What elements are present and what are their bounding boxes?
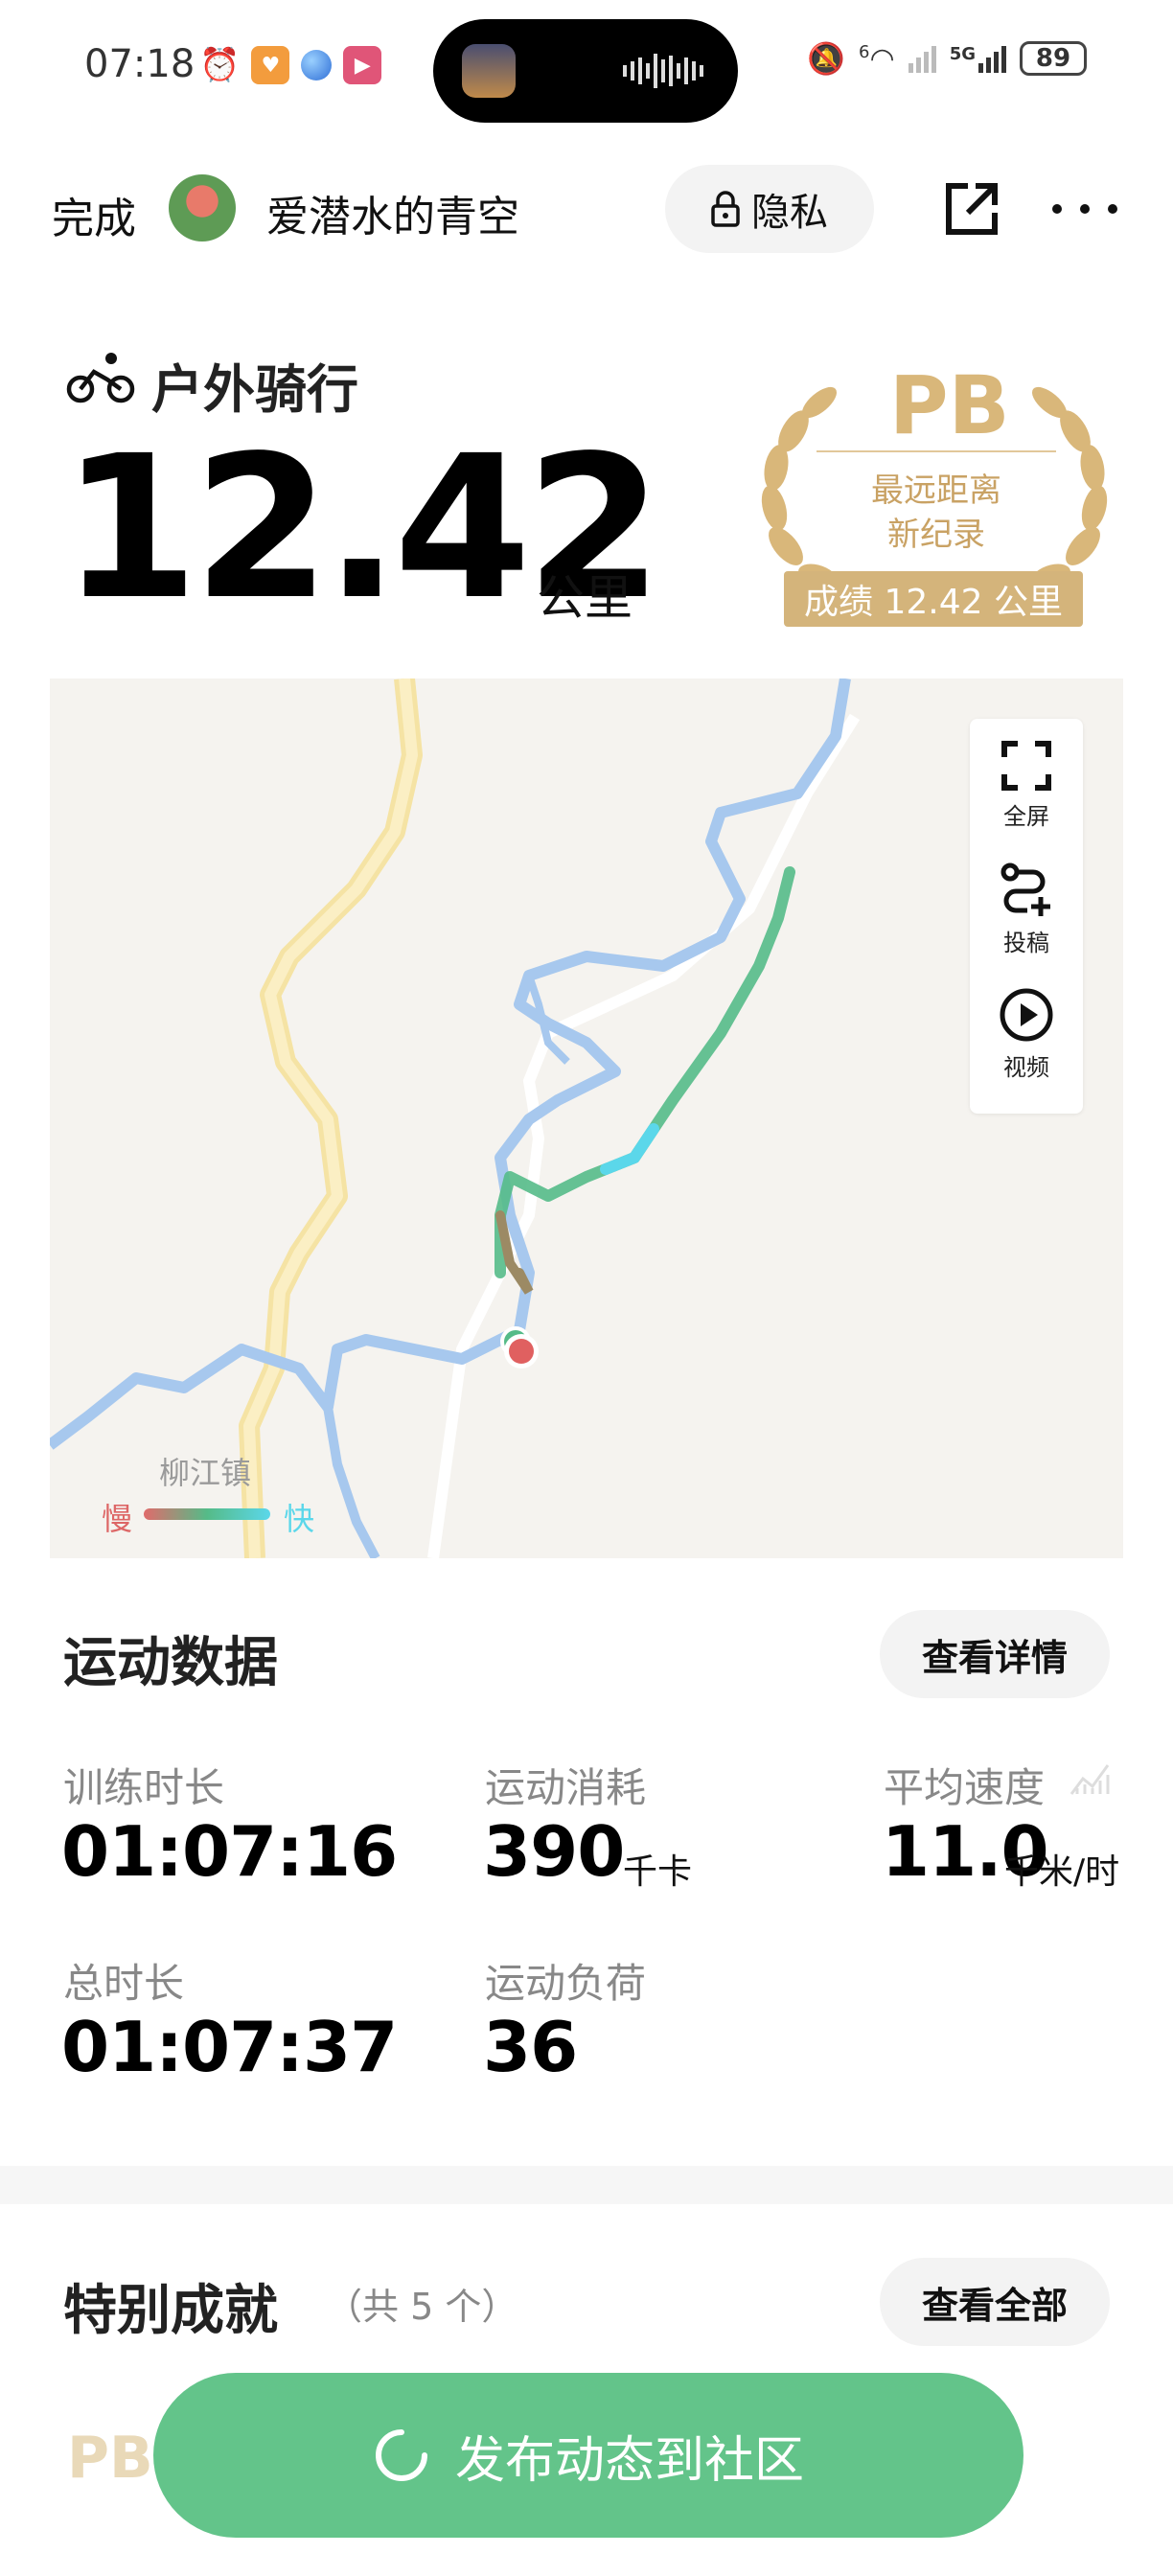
media-thumbnail [462, 44, 516, 98]
status-right-icons: 🔕 6 ◠ 5G 89 [807, 40, 1087, 77]
5g-signal-icon: 5G [950, 44, 1006, 73]
loading-spinner-icon [376, 2429, 427, 2481]
stat-label-avg-speed: 平均速度 [884, 1764, 1046, 1811]
map-place-label: 柳江镇 [159, 1455, 252, 1491]
section-divider [0, 2166, 1173, 2204]
speed-legend-slow: 慢 [102, 1501, 133, 1537]
view-all-button[interactable]: 查看全部 [880, 2258, 1110, 2346]
status-time: 07:18 [84, 42, 196, 86]
stat-label-training-duration: 训练时长 [63, 1764, 225, 1811]
publish-to-community-button[interactable]: 发布动态到社区 [153, 2373, 1024, 2538]
stat-unit-calories: 千卡 [623, 1852, 693, 1892]
publish-label: 发布动态到社区 [454, 2431, 804, 2490]
mute-icon: 🔕 [807, 40, 846, 77]
pb-divider [816, 450, 1056, 452]
stat-unit-avg-speed: 千米/时 [1004, 1852, 1120, 1892]
submit-label: 投稿 [1003, 930, 1049, 956]
map-controls-panel: 全屏 投稿 视频 [970, 719, 1083, 1114]
privacy-button[interactable]: 隐私 [665, 165, 874, 253]
status-notification-icons: ⏰ ♥ ▶ [199, 46, 382, 84]
pb-title: PB [889, 358, 1010, 452]
wifi-icon: 6 ◠ [859, 41, 895, 76]
view-details-button[interactable]: 查看详情 [880, 1610, 1110, 1698]
battery-indicator: 89 [1020, 41, 1087, 76]
stat-value-calories: 390 [483, 1811, 625, 1892]
more-options-icon[interactable] [1052, 199, 1117, 218]
avatar[interactable] [169, 174, 236, 242]
map-canvas [50, 678, 861, 1558]
achievements-title: 特别成就 [63, 2280, 278, 2342]
pb-score-badge: 成绩 12.42 公里 [784, 571, 1083, 627]
route-submit-icon [1000, 862, 1050, 916]
exercise-data-title: 运动数据 [63, 1632, 278, 1694]
stat-label-total-duration: 总时长 [63, 1960, 185, 2007]
bicycle-icon [66, 353, 135, 403]
alarm-icon: ⏰ [199, 46, 241, 84]
play-video-icon [1000, 988, 1053, 1042]
speed-legend-gradient [144, 1508, 270, 1520]
achievements-count: （共 5 个） [326, 2286, 518, 2328]
fullscreen-control[interactable]: 全屏 [970, 740, 1083, 831]
speed-chart-icon[interactable] [1070, 1760, 1110, 1798]
distance-unit: 公里 [537, 570, 632, 626]
dynamic-island[interactable] [433, 19, 738, 123]
fullscreen-label: 全屏 [1003, 803, 1049, 830]
network-type-label: 5G [949, 44, 976, 64]
sport-type-label: 户外骑行 [151, 359, 358, 420]
username[interactable]: 爱潜水的青空 [266, 182, 519, 243]
signal-icon [908, 44, 936, 73]
stat-label-training-load: 运动负荷 [485, 1960, 647, 2007]
app-notification-icon: ♥ [251, 46, 290, 84]
video-label: 视频 [1003, 1054, 1049, 1081]
fullscreen-icon [1001, 741, 1051, 791]
video-app-icon: ▶ [343, 46, 382, 84]
done-button[interactable]: 完成 [52, 184, 136, 245]
achievement-pb-badge[interactable]: PB [67, 2425, 153, 2492]
submit-control[interactable]: 投稿 [970, 862, 1083, 957]
stat-label-calories: 运动消耗 [485, 1764, 647, 1811]
share-icon[interactable] [943, 180, 1000, 238]
browser-icon [301, 50, 333, 80]
pb-desc-line2: 新纪录 [887, 516, 985, 554]
video-control[interactable]: 视频 [970, 987, 1083, 1082]
speed-legend-fast: 快 [284, 1501, 315, 1537]
route-map[interactable] [50, 678, 1123, 1558]
wifi-label: 6 [859, 41, 870, 62]
stat-value-total-duration: 01:07:37 [61, 2007, 398, 2087]
privacy-label: 隐私 [751, 191, 828, 235]
lock-icon [711, 191, 740, 227]
audio-wave-icon [623, 54, 703, 88]
stat-value-training-duration: 01:07:16 [61, 1811, 398, 1892]
stat-value-training-load: 36 [483, 2007, 578, 2087]
pb-desc-line1: 最远距离 [871, 472, 1001, 510]
